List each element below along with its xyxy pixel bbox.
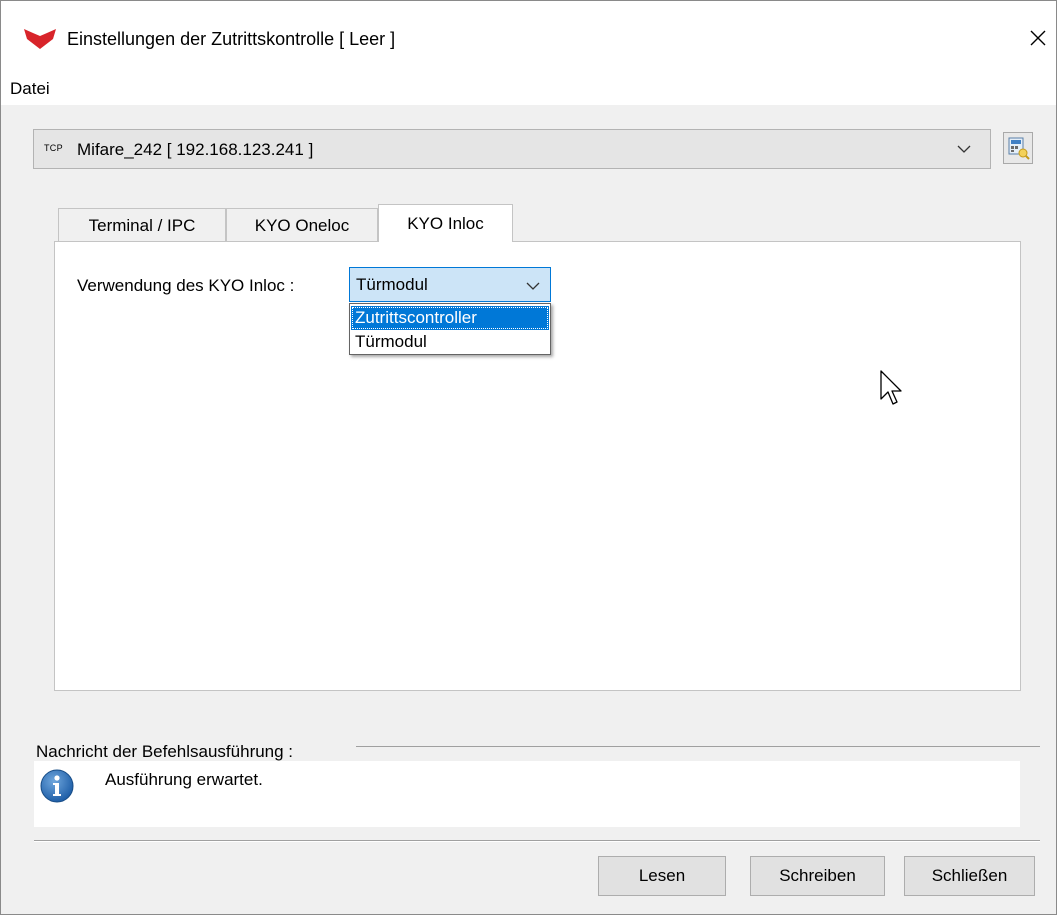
device-select[interactable]: TCP Mifare_242 [ 192.168.123.241 ] (33, 129, 991, 169)
option-tuermodul[interactable]: Türmodul (351, 330, 549, 354)
title-bar[interactable]: Einstellungen der Zutrittskontrolle [ Le… (1, 1, 1056, 71)
close-icon (1030, 30, 1046, 46)
close-window-button[interactable] (1023, 23, 1053, 53)
option-zutrittscontroller[interactable]: Zutrittscontroller (351, 306, 549, 330)
device-select-value: Mifare_242 [ 192.168.123.241 ] (77, 140, 314, 159)
inloc-usage-label: Verwendung des KYO Inloc : (77, 276, 295, 295)
protocol-badge: TCP (44, 143, 63, 153)
write-button[interactable]: Schreiben (750, 856, 885, 896)
info-icon (40, 769, 74, 803)
red-fox-logo-icon (24, 29, 56, 49)
menu-file[interactable]: Datei (10, 79, 50, 99)
terminal-tool-button[interactable] (1003, 132, 1033, 164)
chevron-down-icon (526, 282, 540, 290)
footer-divider (34, 840, 1040, 842)
window-title: Einstellungen der Zutrittskontrolle [ Le… (67, 29, 396, 49)
settings-dialog: Einstellungen der Zutrittskontrolle [ Le… (0, 0, 1057, 915)
mouse-cursor-icon (880, 370, 902, 405)
read-button[interactable]: Lesen (598, 856, 726, 896)
close-button[interactable]: Schließen (904, 856, 1035, 896)
inloc-usage-value: Türmodul (356, 275, 428, 294)
message-divider (356, 746, 1040, 747)
terminal-search-icon (1008, 137, 1030, 160)
inloc-usage-dropdown: Zutrittscontroller Türmodul (349, 303, 551, 355)
inloc-usage-select[interactable]: Türmodul (349, 267, 551, 302)
tab-kyo-oneloc[interactable]: KYO Oneloc (226, 208, 378, 242)
chevron-down-icon (957, 145, 971, 153)
message-header: Nachricht der Befehlsausführung : (36, 742, 298, 762)
tab-terminal-ipc[interactable]: Terminal / IPC (58, 208, 226, 242)
tab-kyo-inloc[interactable]: KYO Inloc (378, 204, 513, 242)
message-text: Ausführung erwartet. (105, 770, 263, 789)
menu-bar: Datei (1, 71, 1056, 105)
